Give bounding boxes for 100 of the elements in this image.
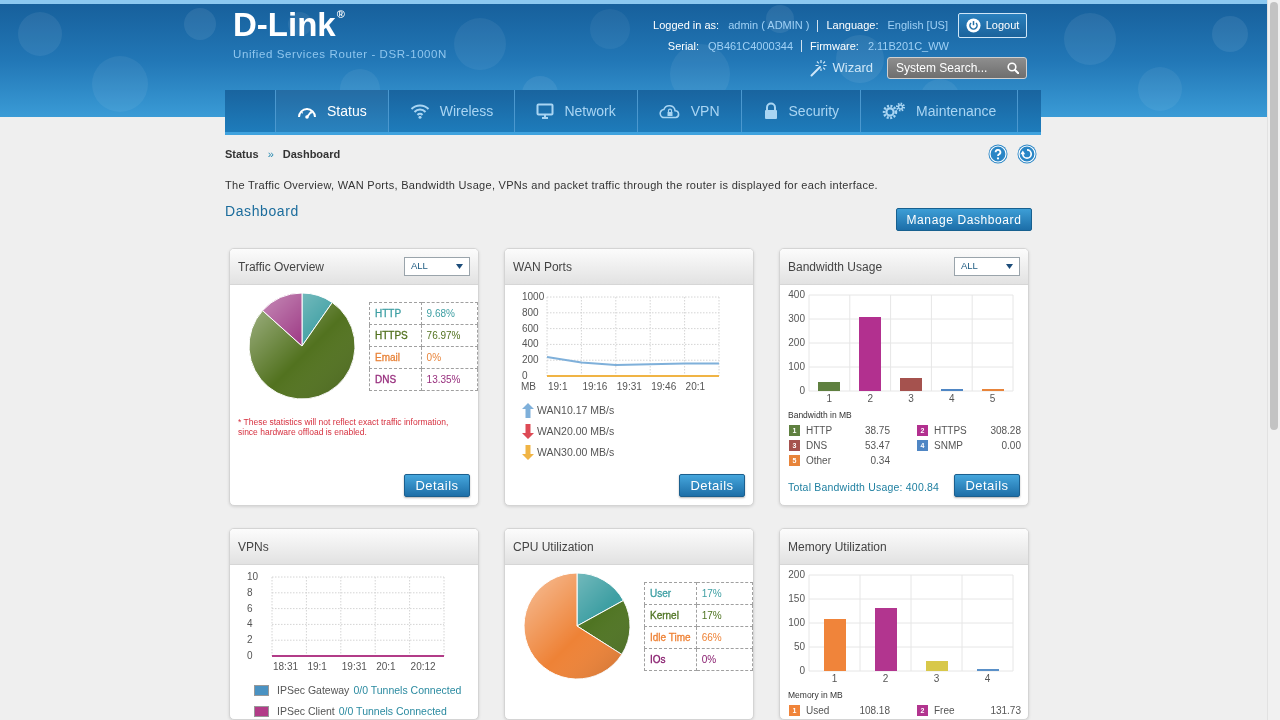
panel-title: CPU Utilization bbox=[513, 538, 594, 556]
legend-label: Idle Time bbox=[644, 626, 697, 649]
axis-tick-label: 19:16 bbox=[582, 381, 608, 393]
axis-tick-label: 20:1 bbox=[685, 381, 706, 393]
axis-tick-label: 3 bbox=[933, 673, 940, 685]
legend-label: IOs bbox=[644, 648, 697, 671]
axis-tick-label: 5 bbox=[989, 393, 996, 405]
axis-tick-label: 4 bbox=[247, 618, 253, 631]
axis-tick-label: 2 bbox=[867, 393, 873, 405]
axis-tick-label: 10 bbox=[247, 571, 259, 583]
axis-tick-label: 100 bbox=[788, 617, 805, 629]
axis-tick-label: 6 bbox=[247, 602, 253, 615]
axis-tick-label: 150 bbox=[788, 593, 805, 605]
axis-tick-label: 20:1 bbox=[376, 661, 396, 673]
legend-value: 0% bbox=[421, 346, 478, 369]
axis-tick-label: 3 bbox=[908, 393, 914, 405]
transfer-rate: 0.00 MB/s bbox=[566, 444, 615, 460]
legend-label: HTTPS bbox=[934, 424, 968, 438]
axis-tick-label: 200 bbox=[522, 354, 539, 367]
legend-value: 17% bbox=[696, 604, 753, 627]
legend-caption: Bandwidth in MB bbox=[787, 409, 853, 421]
legend-label: SNMP bbox=[934, 439, 964, 453]
axis-tick-label: 600 bbox=[522, 322, 539, 335]
page-title: Dashboard bbox=[225, 203, 299, 219]
info-value: 2.11B201C_WW bbox=[867, 38, 949, 54]
legend-label: DNS bbox=[369, 368, 422, 391]
legend-label: User bbox=[644, 582, 697, 605]
legend-value: 38.75 bbox=[864, 424, 890, 438]
series-name: IPSec Gateway bbox=[277, 682, 350, 698]
breadcrumb-separator: » bbox=[267, 146, 274, 162]
legend-value: 53.47 bbox=[864, 439, 890, 453]
legend-label: Used bbox=[806, 704, 831, 718]
breadcrumb-current: Dashboard bbox=[282, 146, 341, 162]
tunnel-status: 0/0 Tunnels Connected bbox=[338, 703, 447, 719]
legend-label: Other bbox=[806, 454, 832, 468]
legend-label: Email bbox=[369, 346, 422, 369]
tunnel-status: 0/0 Tunnels Connected bbox=[353, 682, 462, 698]
legend-label: HTTPS bbox=[369, 324, 422, 347]
axis-tick-label: 100 bbox=[788, 361, 805, 373]
legend-value: 0.34 bbox=[870, 454, 890, 468]
legend-value: 76.97% bbox=[421, 324, 478, 347]
axis-tick-label: 1 bbox=[826, 393, 833, 405]
panel-title: VPNs bbox=[238, 538, 269, 556]
legend-value: 66% bbox=[696, 626, 753, 649]
info-value: English [US] bbox=[887, 18, 948, 34]
axis-tick-label: 19:1 bbox=[548, 381, 568, 393]
axis-tick-label: 19:31 bbox=[616, 381, 642, 393]
axis-tick-label: 8 bbox=[247, 586, 253, 599]
axis-tick-label: 19:46 bbox=[651, 381, 677, 393]
series-name: WAN3 bbox=[537, 444, 567, 460]
info-value: QB461C4000344 bbox=[708, 38, 793, 54]
series-name: WAN1 bbox=[537, 402, 567, 418]
legend-value: 17% bbox=[696, 582, 753, 605]
axis-tick-label: 0 bbox=[799, 665, 805, 677]
axis-tick-label: 19:31 bbox=[341, 661, 367, 673]
axis-tick-label: 400 bbox=[522, 338, 539, 351]
axis-tick-label: 300 bbox=[788, 313, 805, 325]
panel-title: Traffic Overview bbox=[238, 258, 324, 276]
transfer-rate: 0.00 MB/s bbox=[566, 423, 615, 439]
axis-tick-label: 50 bbox=[793, 641, 805, 653]
legend-label: Kernel bbox=[644, 604, 697, 627]
logo: D-Link$^{®}$ bbox=[233, 8, 346, 42]
legend-label: HTTP bbox=[369, 302, 422, 325]
series-name: IPSec Client bbox=[277, 703, 335, 719]
legend-value: 308.28 bbox=[990, 424, 1021, 438]
info-label: Serial: bbox=[667, 38, 699, 54]
legend-label: HTTP bbox=[806, 424, 834, 438]
axis-tick-label: 20:12 bbox=[410, 661, 436, 673]
legend-label: Free bbox=[934, 704, 956, 718]
axis-tick-label: 4 bbox=[949, 393, 955, 405]
legend-value: 108.18 bbox=[859, 704, 890, 718]
page-description: The Traffic Overview, WAN Ports, Bandwidth Usage, VPNs and packet traffic through the router is displayed for each interface. bbox=[225, 178, 879, 192]
info-label: Language: bbox=[826, 18, 879, 34]
axis-tick-label: 1000 bbox=[522, 291, 545, 303]
axis-tick-label: 400 bbox=[788, 289, 805, 301]
legend-value: 9.68% bbox=[421, 302, 478, 325]
legend-value: 0% bbox=[696, 648, 753, 671]
axis-tick-label: 0 bbox=[799, 385, 805, 397]
axis-tick-label: 800 bbox=[522, 306, 539, 319]
panel-title: Memory Utilization bbox=[788, 538, 887, 556]
axis-tick-label: 19:1 bbox=[307, 661, 327, 673]
axis-tick-label: 18:31 bbox=[273, 661, 299, 673]
axis-tick-label: 200 bbox=[788, 337, 805, 349]
info-label: Firmware: bbox=[810, 38, 859, 54]
legend-value: 131.73 bbox=[990, 704, 1021, 718]
axis-tick-label: 2 bbox=[247, 634, 253, 647]
series-name: WAN2 bbox=[537, 423, 567, 439]
transfer-rate: 0.17 MB/s bbox=[566, 402, 615, 418]
info-value: admin ( ADMIN ) bbox=[728, 18, 810, 34]
panel-title: Bandwidth Usage bbox=[788, 258, 883, 276]
legend-label: DNS bbox=[806, 439, 829, 453]
axis-title: MB bbox=[521, 381, 536, 393]
legend-value: 13.35% bbox=[421, 368, 478, 391]
total-usage: Total Bandwidth Usage: 400.84 bbox=[788, 480, 940, 496]
product-name: Unified Services Router - DSR-1000N bbox=[233, 47, 448, 62]
axis-tick-label: 0 bbox=[522, 370, 528, 382]
axis-tick-label: 0 bbox=[247, 650, 253, 662]
axis-tick-label: 4 bbox=[984, 673, 991, 685]
legend-value: 0.00 bbox=[1001, 439, 1021, 453]
panel-title: WAN Ports bbox=[513, 258, 572, 276]
